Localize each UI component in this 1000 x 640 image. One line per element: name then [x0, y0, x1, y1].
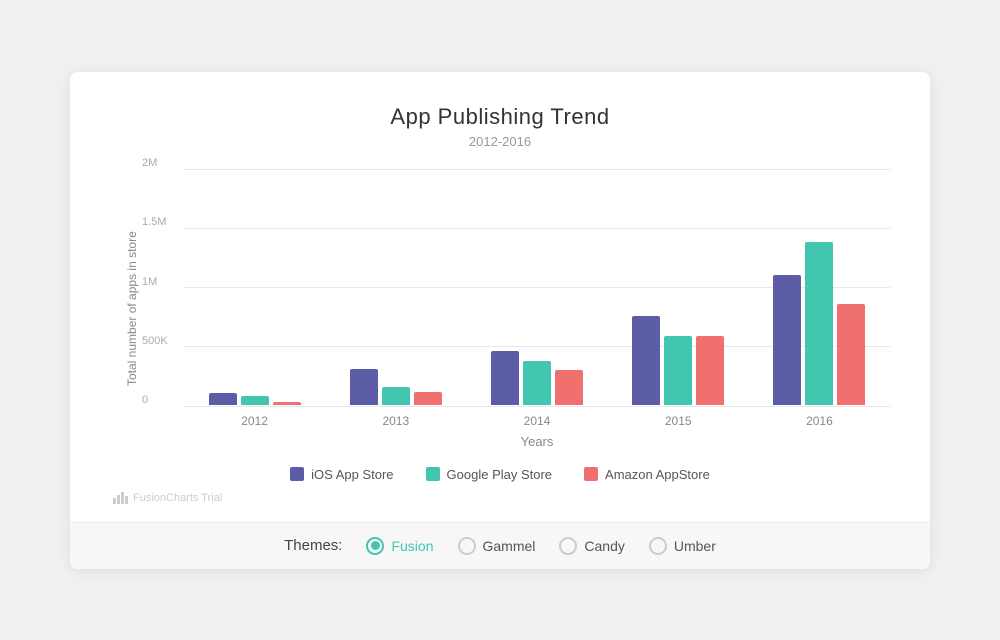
- theme-name: Candy: [584, 538, 624, 554]
- bar-amazon-appstore-2013: [414, 392, 442, 405]
- y-axis-label: Total number of apps in store: [120, 169, 144, 449]
- chart-area: Total number of apps in store 2M1.5M1M50…: [120, 169, 890, 449]
- theme-name: Fusion: [391, 538, 433, 554]
- bar-amazon-appstore-2016: [837, 304, 865, 404]
- legend-item: iOS App Store: [290, 467, 393, 482]
- legend-label: Google Play Store: [447, 467, 553, 482]
- legend-item: Google Play Store: [426, 467, 553, 482]
- radio-circle: [366, 537, 384, 555]
- fusioncharts-icon: [112, 490, 128, 506]
- themes-bar: Themes: Fusion Gammel Candy Umber: [70, 522, 930, 569]
- theme-option-candy[interactable]: Candy: [559, 537, 624, 555]
- chart-title: App Publishing Trend: [110, 104, 890, 130]
- year-group: [749, 169, 890, 405]
- bar-ios-app-store-2016: [773, 275, 801, 405]
- x-axis: 20122013201420152016: [184, 414, 890, 428]
- bar-google-play-store-2013: [382, 387, 410, 405]
- radio-circle: [649, 537, 667, 555]
- legend-item: Amazon AppStore: [584, 467, 710, 482]
- legend: iOS App Store Google Play Store Amazon App…: [110, 467, 890, 482]
- bar-google-play-store-2012: [241, 396, 269, 404]
- theme-name: Gammel: [483, 538, 536, 554]
- bar-google-play-store-2015: [664, 336, 692, 404]
- legend-swatch: [426, 467, 440, 481]
- y-tick-label: 1M: [142, 276, 157, 288]
- theme-option-umber[interactable]: Umber: [649, 537, 716, 555]
- bar-ios-app-store-2013: [350, 369, 378, 404]
- legend-label: iOS App Store: [311, 467, 393, 482]
- x-tick-label: 2016: [749, 414, 890, 428]
- bars-container: [184, 169, 890, 406]
- year-group: [325, 169, 466, 405]
- grid-line-rule: [184, 406, 890, 407]
- chart-card: App Publishing Trend 2012-2016 Total num…: [70, 72, 930, 569]
- themes-label: Themes:: [284, 537, 342, 554]
- x-tick-label: 2015: [608, 414, 749, 428]
- chart-subtitle: 2012-2016: [110, 134, 890, 149]
- year-group: [608, 169, 749, 405]
- x-tick-label: 2012: [184, 414, 325, 428]
- year-group: [466, 169, 607, 405]
- bar-amazon-appstore-2015: [696, 336, 724, 404]
- year-group: [184, 169, 325, 405]
- fusion-watermark: FusionCharts Trial: [112, 490, 890, 506]
- bar-ios-app-store-2014: [491, 351, 519, 404]
- x-tick-label: 2014: [466, 414, 607, 428]
- watermark-text: FusionCharts Trial: [133, 492, 222, 504]
- chart-header: App Publishing Trend 2012-2016: [110, 104, 890, 149]
- theme-option-fusion[interactable]: Fusion: [366, 537, 433, 555]
- legend-label: Amazon AppStore: [605, 467, 710, 482]
- radio-circle: [559, 537, 577, 555]
- bar-ios-app-store-2015: [632, 316, 660, 405]
- y-tick-label: 1.5M: [142, 216, 166, 228]
- theme-name: Umber: [674, 538, 716, 554]
- x-axis-title: Years: [184, 434, 890, 449]
- grid-and-bars: 2M1.5M1M500K0: [184, 169, 890, 406]
- y-tick-label: 500K: [142, 335, 168, 347]
- chart-inner: 2M1.5M1M500K0 20122013201420152016 Years: [144, 169, 890, 449]
- bar-amazon-appstore-2014: [555, 370, 583, 404]
- theme-option-gammel[interactable]: Gammel: [458, 537, 536, 555]
- bar-ios-app-store-2012: [209, 393, 237, 405]
- legend-swatch: [584, 467, 598, 481]
- y-tick-label: 0: [142, 394, 148, 406]
- legend-swatch: [290, 467, 304, 481]
- theme-options: Fusion Gammel Candy Umber: [366, 537, 715, 555]
- y-tick-label: 2M: [142, 157, 157, 169]
- bar-amazon-appstore-2012: [273, 402, 301, 404]
- radio-circle: [458, 537, 476, 555]
- bar-google-play-store-2014: [523, 361, 551, 405]
- bar-google-play-store-2016: [805, 242, 833, 405]
- x-tick-label: 2013: [325, 414, 466, 428]
- radio-inner: [371, 541, 380, 550]
